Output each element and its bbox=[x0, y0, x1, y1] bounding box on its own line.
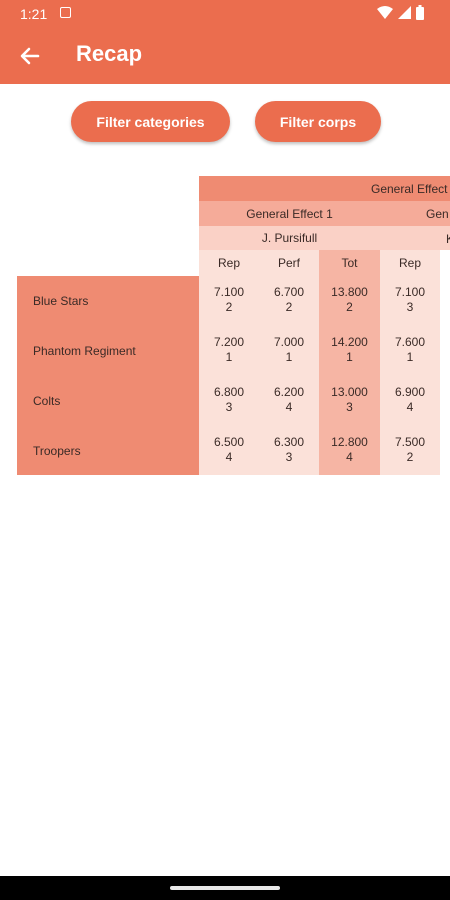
score-rank: 2 bbox=[346, 300, 353, 314]
signal-icon bbox=[398, 5, 411, 19]
score-value: 6.800 bbox=[213, 385, 245, 399]
col-header-tot-label: Tot bbox=[341, 256, 358, 270]
score-cell: 7.000 1 bbox=[259, 326, 319, 376]
table-row: Troopers bbox=[17, 426, 199, 475]
table-row: Phantom Regiment bbox=[17, 326, 199, 376]
score-cell: 7.600 1 bbox=[380, 326, 440, 376]
col-header-rep-2-label: Rep bbox=[398, 256, 421, 270]
score-cell: 6.200 4 bbox=[259, 376, 319, 426]
score-cell: 6.500 4 bbox=[199, 426, 259, 475]
filter-corps-button[interactable]: Filter corps bbox=[255, 101, 381, 142]
notification-icon bbox=[60, 7, 71, 18]
score-rank: 4 bbox=[285, 400, 293, 414]
score-cell: 13.800 2 bbox=[319, 276, 380, 326]
score-value: 7.200 bbox=[213, 335, 245, 349]
score-rank: 4 bbox=[406, 400, 414, 414]
score-value: 14.200 bbox=[331, 335, 368, 349]
status-bar: 1:21 bbox=[0, 0, 450, 28]
score-value: 7.000 bbox=[273, 335, 305, 349]
score-value: 6.700 bbox=[273, 285, 305, 299]
corps-name: Troopers bbox=[33, 443, 81, 458]
score-cell: 7.100 3 bbox=[380, 276, 440, 326]
page-title: Recap bbox=[76, 41, 143, 66]
score-cell: 6.300 3 bbox=[259, 426, 319, 475]
status-icons bbox=[377, 5, 424, 20]
col-header-rep-label: Rep bbox=[217, 256, 240, 270]
score-rank: 4 bbox=[346, 450, 353, 464]
score-rank: 3 bbox=[346, 400, 353, 414]
header-judge-2: K bbox=[380, 226, 450, 250]
score-value: 13.000 bbox=[331, 385, 368, 399]
header-ge1-label: General Effect 1 bbox=[246, 206, 333, 221]
score-rank: 1 bbox=[406, 350, 414, 364]
score-cell: 6.900 4 bbox=[380, 376, 440, 426]
score-rank: 2 bbox=[285, 300, 293, 314]
header-general-effect: General Effect bbox=[199, 176, 450, 201]
corps-name: Blue Stars bbox=[33, 294, 89, 308]
table-row: Colts bbox=[17, 376, 199, 426]
header-judge-1: J. Pursifull bbox=[199, 226, 380, 250]
score-rank: 4 bbox=[225, 450, 233, 464]
corps-name: Colts bbox=[33, 394, 61, 408]
score-rank: 1 bbox=[285, 350, 293, 364]
app-bar: Recap bbox=[0, 28, 450, 84]
score-cell: 7.500 2 bbox=[380, 426, 440, 475]
score-rank: 3 bbox=[285, 450, 293, 464]
score-value: 7.500 bbox=[394, 435, 426, 449]
score-value: 12.800 bbox=[331, 435, 368, 449]
score-value: 6.500 bbox=[213, 435, 245, 449]
table-row: Blue Stars bbox=[17, 276, 199, 326]
col-header-rep: Rep bbox=[199, 250, 259, 276]
score-cell: 6.800 3 bbox=[199, 376, 259, 426]
header-judge-1-label: J. Pursifull bbox=[261, 231, 318, 245]
wifi-icon bbox=[377, 5, 393, 19]
score-rank: 2 bbox=[406, 450, 414, 464]
header-ge2-label: Gen bbox=[426, 207, 449, 221]
col-header-tot: Tot bbox=[319, 250, 380, 276]
score-rank: 2 bbox=[225, 300, 233, 314]
back-button[interactable] bbox=[16, 42, 44, 70]
col-header-perf: Perf bbox=[259, 250, 319, 276]
home-indicator[interactable] bbox=[170, 886, 280, 890]
score-rank: 1 bbox=[346, 350, 353, 364]
score-rank: 3 bbox=[225, 400, 233, 414]
arrow-back-icon bbox=[20, 47, 40, 65]
score-rank: 1 bbox=[225, 350, 233, 364]
score-value: 13.800 bbox=[331, 285, 368, 299]
header-judge-2-label: K bbox=[446, 232, 450, 246]
battery-icon bbox=[416, 5, 424, 20]
score-cell: 6.700 2 bbox=[259, 276, 319, 326]
header-general-effect-2: Gen bbox=[380, 201, 450, 226]
corps-name: Phantom Regiment bbox=[33, 344, 136, 358]
filter-categories-button[interactable]: Filter categories bbox=[71, 101, 230, 142]
score-value: 7.100 bbox=[394, 285, 426, 299]
score-value: 7.100 bbox=[213, 285, 245, 299]
score-rank: 3 bbox=[406, 300, 414, 314]
score-value: 6.200 bbox=[273, 385, 305, 399]
header-general-effect-1: General Effect 1 bbox=[199, 201, 380, 226]
col-header-rep-2: Rep bbox=[380, 250, 440, 276]
score-cell: 14.200 1 bbox=[319, 326, 380, 376]
score-value: 6.300 bbox=[273, 435, 305, 449]
score-cell: 7.100 2 bbox=[199, 276, 259, 326]
score-cell: 13.000 3 bbox=[319, 376, 380, 426]
score-cell: 12.800 4 bbox=[319, 426, 380, 475]
score-cell: 7.200 1 bbox=[199, 326, 259, 376]
col-header-perf-label: Perf bbox=[277, 256, 300, 270]
header-general-effect-label: General Effect bbox=[371, 182, 448, 196]
score-value: 7.600 bbox=[394, 335, 426, 349]
status-time: 1:21 bbox=[20, 6, 48, 22]
score-value: 6.900 bbox=[394, 385, 426, 399]
